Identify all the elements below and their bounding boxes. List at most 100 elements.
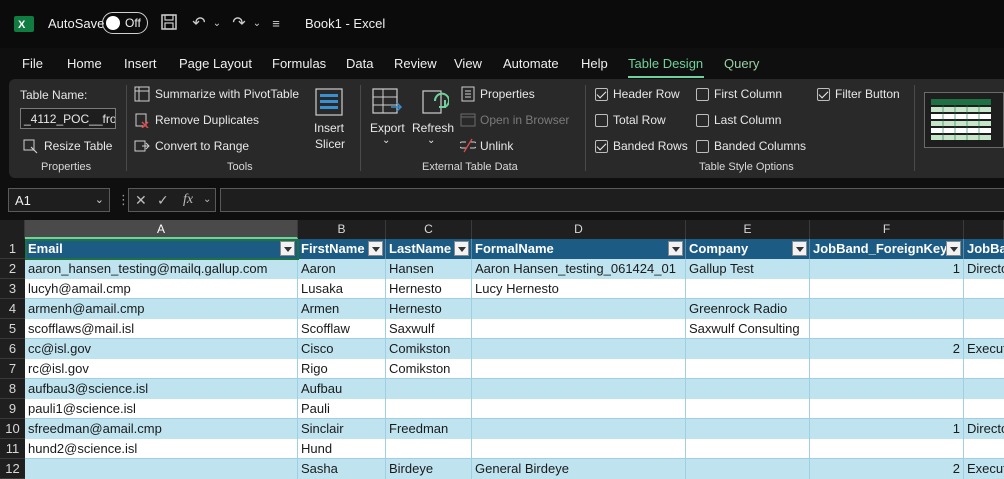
filter-dropdown-icon[interactable] — [454, 241, 469, 256]
insert-slicer-button-line2[interactable]: Slicer — [315, 137, 345, 151]
table-cell[interactable] — [810, 399, 964, 419]
table-cell[interactable]: sfreedman@amail.cmp — [25, 419, 298, 439]
table-cell[interactable] — [964, 379, 1004, 399]
table-cell[interactable]: aaron_hansen_testing@mailq.gallup.com — [25, 259, 298, 279]
tab-view[interactable]: View — [454, 56, 482, 71]
filter-dropdown-icon[interactable] — [668, 241, 683, 256]
table-cell[interactable] — [686, 279, 810, 299]
refresh-button[interactable]: Refresh — [412, 121, 454, 135]
formula-input[interactable] — [220, 188, 1004, 212]
table-cell[interactable] — [686, 439, 810, 459]
table-cell[interactable]: 1 — [810, 419, 964, 439]
header-cell[interactable]: JobBan — [964, 239, 1004, 259]
table-cell[interactable]: Comikston — [386, 339, 472, 359]
table-cell[interactable]: Gallup Test — [686, 259, 810, 279]
row-header[interactable]: 7 — [0, 359, 25, 379]
save-icon[interactable] — [158, 13, 180, 35]
column-header-d[interactable]: D — [472, 220, 686, 239]
tab-table-design[interactable]: Table Design — [628, 56, 703, 71]
row-header[interactable]: 8 — [0, 379, 25, 399]
column-header-f[interactable]: F — [810, 220, 964, 239]
unlink-button[interactable]: Unlink — [480, 139, 513, 153]
table-cell[interactable]: rc@isl.gov — [25, 359, 298, 379]
table-cell[interactable]: Rigo — [298, 359, 386, 379]
table-cell[interactable]: Aaron Hansen_testing_061424_01 — [472, 259, 686, 279]
table-cell[interactable] — [25, 459, 298, 479]
header-cell[interactable]: Company — [686, 239, 810, 259]
tab-help[interactable]: Help — [581, 56, 608, 71]
table-cell[interactable]: Aufbau — [298, 379, 386, 399]
row-header[interactable]: 12 — [0, 459, 25, 479]
table-cell[interactable] — [686, 459, 810, 479]
table-cell[interactable]: Lusaka — [298, 279, 386, 299]
tab-automate[interactable]: Automate — [503, 56, 559, 71]
header-cell[interactable]: FirstName — [298, 239, 386, 259]
properties-button[interactable]: Properties — [480, 87, 535, 101]
header-cell[interactable]: Email — [25, 239, 298, 259]
table-cell[interactable] — [964, 439, 1004, 459]
open-in-browser-button[interactable]: Open in Browser — [480, 113, 569, 127]
expand-icon[interactable]: ⌄ — [203, 194, 211, 205]
table-cell[interactable] — [810, 359, 964, 379]
table-cell[interactable]: Armen — [298, 299, 386, 319]
table-cell[interactable] — [386, 379, 472, 399]
header-cell[interactable]: JobBand_ForeignKey — [810, 239, 964, 259]
convert-to-range-button[interactable]: Convert to Range — [155, 139, 249, 153]
row-header[interactable]: 1 — [0, 239, 25, 259]
table-name-input[interactable]: _4112_POC__fron — [20, 108, 116, 129]
table-cell[interactable] — [472, 339, 686, 359]
column-header-g[interactable] — [964, 220, 1004, 239]
table-cell[interactable]: Cisco — [298, 339, 386, 359]
table-cell[interactable]: Sasha — [298, 459, 386, 479]
table-cell[interactable] — [386, 399, 472, 419]
summarize-pivottable-button[interactable]: Summarize with PivotTable — [155, 87, 299, 101]
header-row-checkbox[interactable] — [595, 88, 608, 101]
column-header-e[interactable]: E — [686, 220, 810, 239]
export-dropdown-icon[interactable]: ⌄ — [382, 135, 390, 146]
table-cell[interactable] — [686, 379, 810, 399]
table-cell[interactable] — [810, 319, 964, 339]
table-cell[interactable] — [686, 359, 810, 379]
banded-columns-checkbox[interactable] — [696, 140, 709, 153]
table-cell[interactable]: Hund — [298, 439, 386, 459]
tab-home[interactable]: Home — [67, 56, 102, 71]
row-header[interactable]: 11 — [0, 439, 25, 459]
export-button[interactable]: Export — [370, 121, 405, 135]
table-cell[interactable]: armenh@amail.cmp — [25, 299, 298, 319]
table-cell[interactable]: pauli1@science.isl — [25, 399, 298, 419]
table-cell[interactable]: Saxwulf Consulting — [686, 319, 810, 339]
tab-data[interactable]: Data — [346, 56, 373, 71]
row-header[interactable]: 3 — [0, 279, 25, 299]
select-all-corner[interactable] — [0, 220, 25, 239]
table-cell[interactable] — [964, 279, 1004, 299]
table-cell[interactable] — [810, 299, 964, 319]
tab-formulas[interactable]: Formulas — [272, 56, 326, 71]
table-cell[interactable] — [472, 319, 686, 339]
table-cell[interactable]: 1 — [810, 259, 964, 279]
table-cell[interactable]: Executi — [964, 459, 1004, 479]
filter-dropdown-icon[interactable] — [280, 241, 295, 256]
row-header[interactable]: 4 — [0, 299, 25, 319]
table-cell[interactable] — [472, 379, 686, 399]
column-header-c[interactable]: C — [386, 220, 472, 239]
chevron-down-icon[interactable]: ⌄ — [95, 193, 104, 206]
table-cell[interactable] — [810, 379, 964, 399]
table-cell[interactable]: Comikston — [386, 359, 472, 379]
tab-page-layout[interactable]: Page Layout — [179, 56, 252, 71]
table-cell[interactable]: Hernesto — [386, 299, 472, 319]
table-cell[interactable]: Sinclair — [298, 419, 386, 439]
header-cell[interactable]: LastName — [386, 239, 472, 259]
table-styles-gallery[interactable] — [924, 92, 1004, 148]
row-header[interactable]: 2 — [0, 259, 25, 279]
first-column-checkbox[interactable] — [696, 88, 709, 101]
row-header[interactable]: 10 — [0, 419, 25, 439]
table-cell[interactable] — [386, 439, 472, 459]
table-cell[interactable] — [472, 399, 686, 419]
table-cell[interactable]: Greenrock Radio — [686, 299, 810, 319]
table-cell[interactable]: 2 — [810, 339, 964, 359]
table-cell[interactable]: Scofflaw — [298, 319, 386, 339]
table-cell[interactable]: Freedman — [386, 419, 472, 439]
table-cell[interactable] — [964, 319, 1004, 339]
banded-rows-checkbox[interactable] — [595, 140, 608, 153]
table-cell[interactable]: lucyh@amail.cmp — [25, 279, 298, 299]
